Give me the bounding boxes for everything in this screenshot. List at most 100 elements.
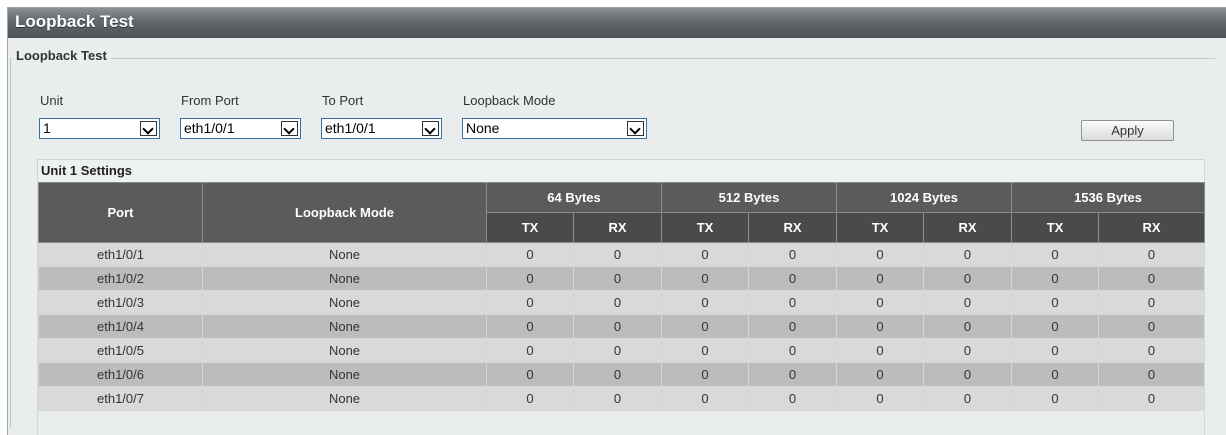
table-row: eth1/0/1 None 0 0 0 0 0 0 0 0 [38, 242, 1206, 267]
value-cell: 0 [836, 386, 925, 411]
value-cell: 0 [836, 242, 925, 267]
col-header-1536-bytes: 1536 Bytes [1011, 182, 1206, 213]
unit-settings-panel: Unit 1 Settings Port Loopback Mode 64 By… [37, 159, 1206, 435]
value-cell: 0 [1098, 362, 1206, 387]
to-port-select-value: eth1/0/1 [325, 120, 376, 136]
col-header-port: Port [38, 182, 203, 243]
value-cell: 0 [661, 242, 750, 267]
value-cell: 0 [836, 290, 925, 315]
value-cell: 0 [1098, 242, 1206, 267]
apply-button[interactable]: Apply [1081, 120, 1174, 141]
col-header-rx: RX [748, 212, 838, 243]
value-cell: 0 [1011, 290, 1100, 315]
table-row: eth1/0/5 None 0 0 0 0 0 0 0 0 [38, 338, 1206, 363]
loopback-mode-select-value: None [466, 120, 500, 136]
mode-cell: None [202, 386, 487, 411]
value-cell: 0 [661, 386, 750, 411]
loopback-table: Port Loopback Mode 64 Bytes 512 Bytes 10… [38, 182, 1206, 411]
value-cell: 0 [572, 314, 663, 339]
unit-select[interactable]: 1 [39, 118, 160, 139]
value-cell: 0 [486, 362, 574, 387]
value-cell: 0 [748, 386, 838, 411]
to-port-label: To Port [322, 93, 364, 108]
value-cell: 0 [486, 386, 574, 411]
value-cell: 0 [572, 290, 663, 315]
value-cell: 0 [836, 362, 925, 387]
port-cell: eth1/0/2 [38, 266, 203, 291]
value-cell: 0 [486, 242, 574, 267]
value-cell: 0 [923, 242, 1013, 267]
col-header-rx: RX [572, 212, 663, 243]
table-row: eth1/0/6 None 0 0 0 0 0 0 0 0 [38, 362, 1206, 387]
col-header-1024-bytes: 1024 Bytes [836, 182, 1013, 213]
col-header-tx: TX [486, 212, 574, 243]
unit-label: Unit [40, 93, 64, 108]
value-cell: 0 [836, 266, 925, 291]
value-cell: 0 [1098, 314, 1206, 339]
value-cell: 0 [486, 338, 574, 363]
value-cell: 0 [1011, 362, 1100, 387]
port-cell: eth1/0/7 [38, 386, 203, 411]
value-cell: 0 [1011, 386, 1100, 411]
value-cell: 0 [748, 290, 838, 315]
port-cell: eth1/0/6 [38, 362, 203, 387]
port-cell: eth1/0/3 [38, 290, 203, 315]
table-row: eth1/0/2 None 0 0 0 0 0 0 0 0 [38, 266, 1206, 291]
port-cell: eth1/0/5 [38, 338, 203, 363]
value-cell: 0 [661, 314, 750, 339]
value-cell: 0 [572, 266, 663, 291]
chevron-down-icon[interactable] [140, 121, 157, 136]
value-cell: 0 [1098, 266, 1206, 291]
value-cell: 0 [1011, 338, 1100, 363]
value-cell: 0 [572, 386, 663, 411]
mode-cell: None [202, 362, 487, 387]
value-cell: 0 [572, 362, 663, 387]
value-cell: 0 [661, 362, 750, 387]
mode-cell: None [202, 266, 487, 291]
value-cell: 0 [661, 266, 750, 291]
port-cell: eth1/0/1 [38, 242, 203, 267]
col-header-rx: RX [923, 212, 1013, 243]
value-cell: 0 [923, 338, 1013, 363]
chevron-down-icon[interactable] [627, 121, 644, 136]
value-cell: 0 [1098, 386, 1206, 411]
value-cell: 0 [748, 314, 838, 339]
value-cell: 0 [572, 242, 663, 267]
value-cell: 0 [748, 362, 838, 387]
table-row: eth1/0/4 None 0 0 0 0 0 0 0 0 [38, 314, 1206, 339]
loopback-mode-label: Loopback Mode [463, 93, 556, 108]
value-cell: 0 [748, 242, 838, 267]
value-cell: 0 [1011, 242, 1100, 267]
value-cell: 0 [1011, 314, 1100, 339]
col-header-tx: TX [661, 212, 750, 243]
to-port-select[interactable]: eth1/0/1 [321, 118, 442, 139]
col-header-tx: TX [836, 212, 925, 243]
value-cell: 0 [1098, 290, 1206, 315]
mode-cell: None [202, 290, 487, 315]
settings-title: Unit 1 Settings [38, 160, 1204, 182]
value-cell: 0 [486, 266, 574, 291]
port-cell: eth1/0/4 [38, 314, 203, 339]
unit-select-value: 1 [43, 120, 51, 136]
col-header-512-bytes: 512 Bytes [661, 182, 838, 213]
value-cell: 0 [836, 338, 925, 363]
table-row: eth1/0/7 None 0 0 0 0 0 0 0 0 [38, 386, 1206, 411]
loopback-mode-select[interactable]: None [462, 118, 647, 139]
from-port-select[interactable]: eth1/0/1 [180, 118, 301, 139]
value-cell: 0 [923, 362, 1013, 387]
value-cell: 0 [748, 266, 838, 291]
chevron-down-icon[interactable] [422, 121, 439, 136]
col-header-rx: RX [1098, 212, 1206, 243]
value-cell: 0 [923, 314, 1013, 339]
value-cell: 0 [1011, 266, 1100, 291]
chevron-down-icon[interactable] [281, 121, 298, 136]
from-port-label: From Port [181, 93, 239, 108]
col-header-64-bytes: 64 Bytes [485, 182, 663, 213]
from-port-select-value: eth1/0/1 [184, 120, 235, 136]
value-cell: 0 [486, 290, 574, 315]
col-header-tx: TX [1011, 212, 1100, 243]
mode-cell: None [202, 314, 487, 339]
value-cell: 0 [661, 290, 750, 315]
value-cell: 0 [661, 338, 750, 363]
value-cell: 0 [748, 338, 838, 363]
